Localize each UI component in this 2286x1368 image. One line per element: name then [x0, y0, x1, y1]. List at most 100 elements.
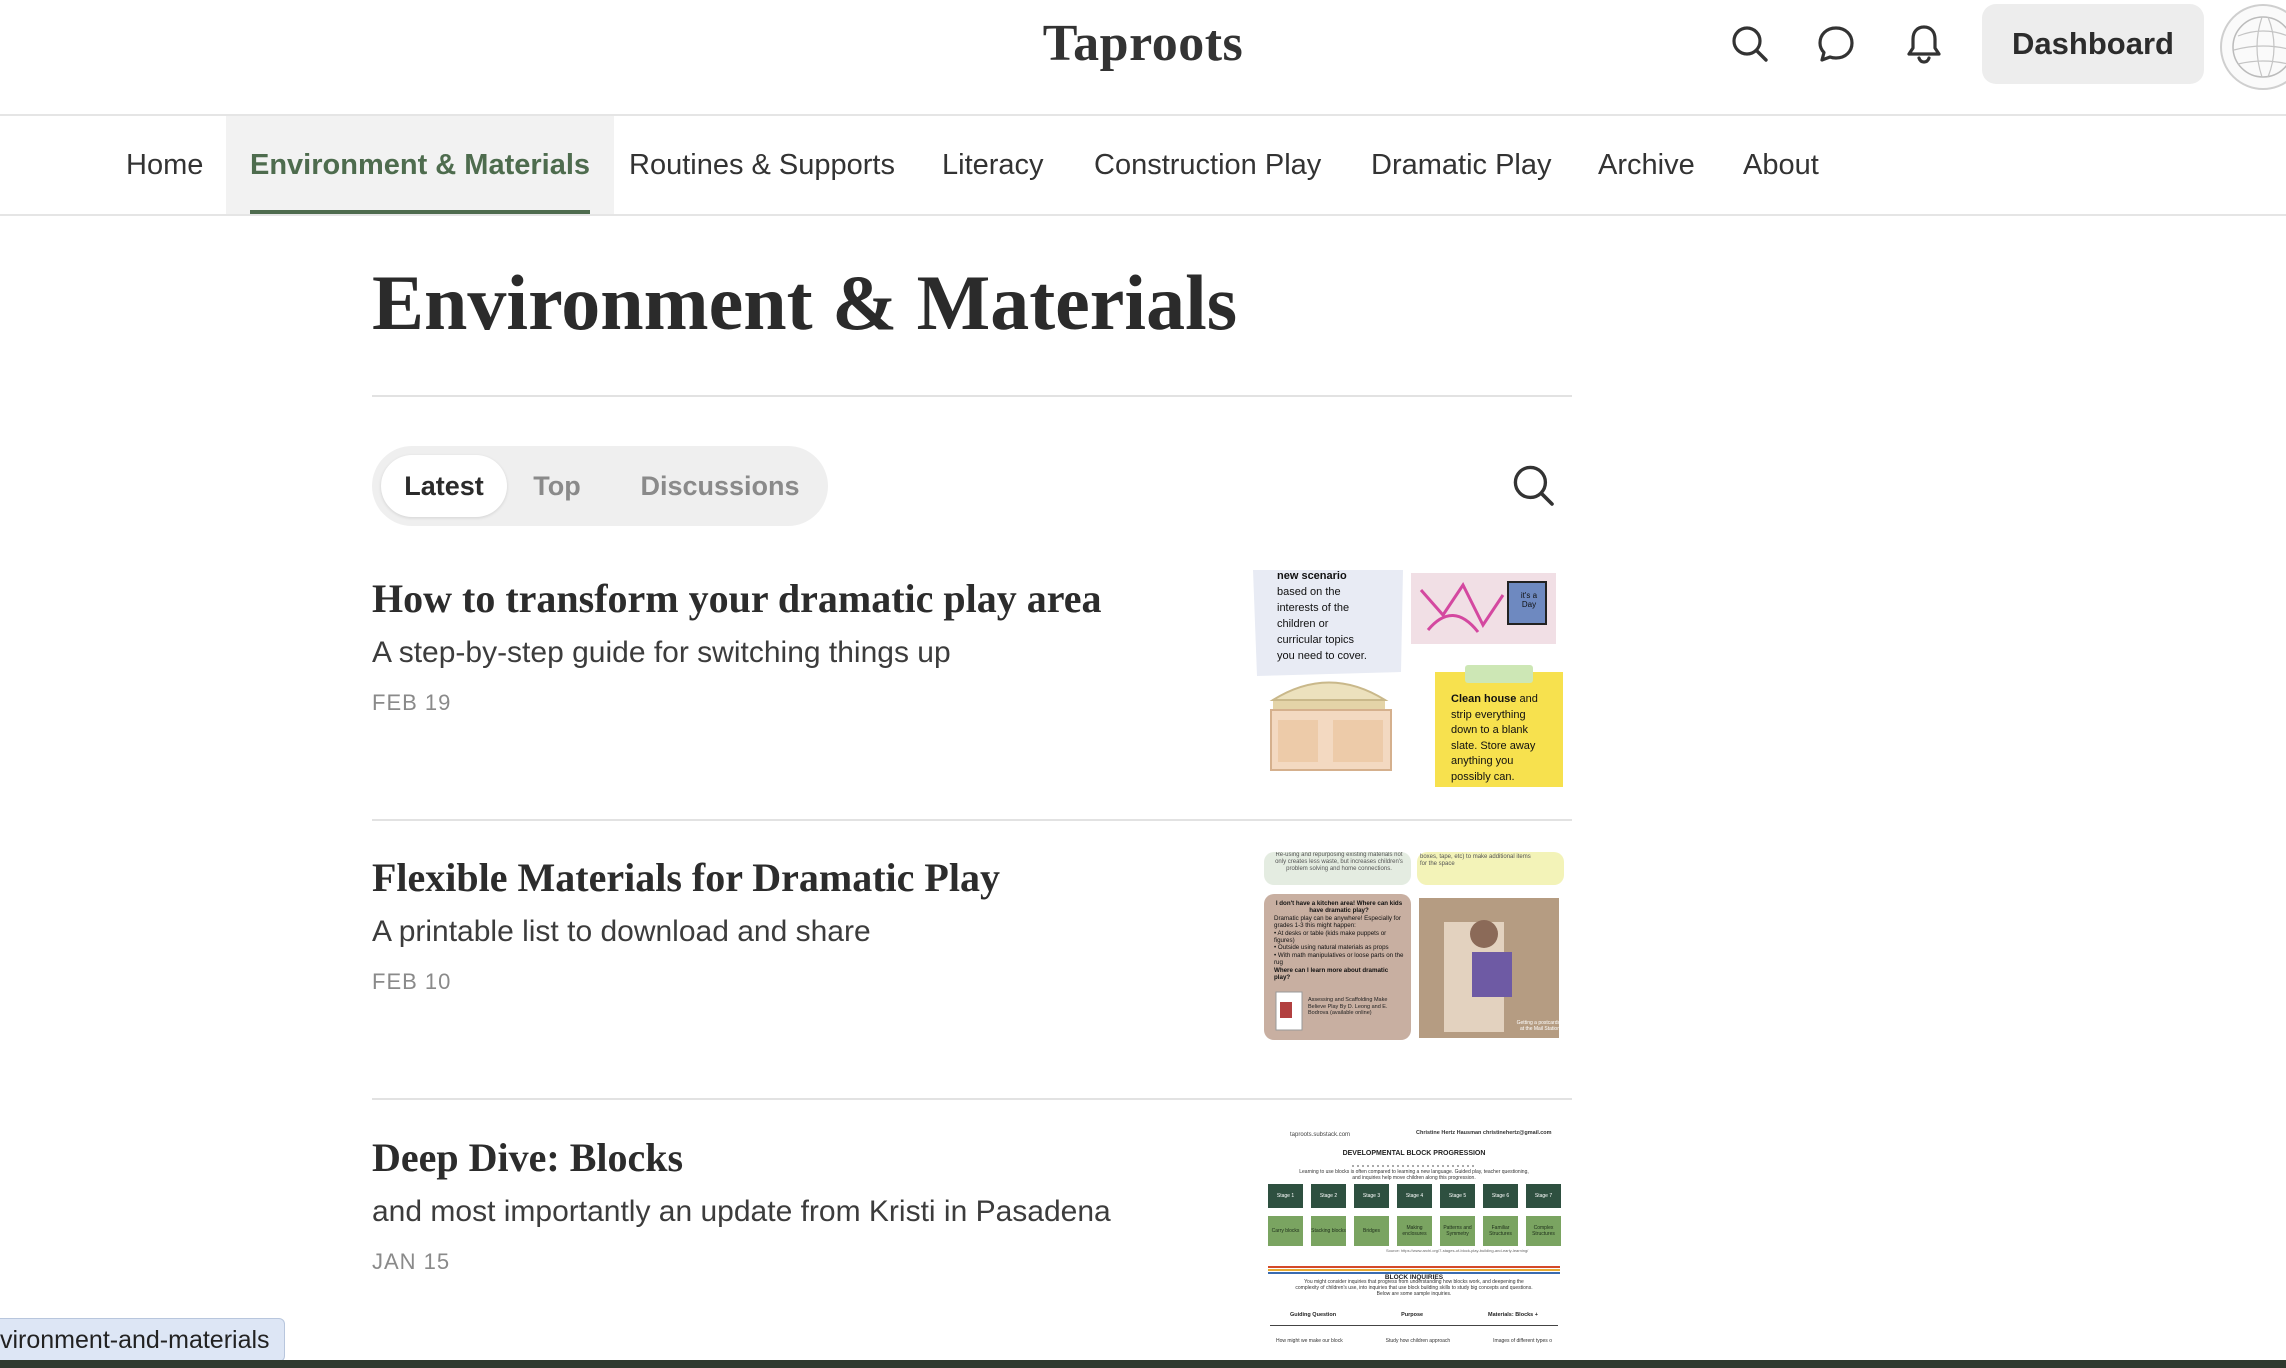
thumbnail-text: How might we make our block	[1276, 1338, 1343, 1344]
thumbnail-stage-desc: Bridges	[1354, 1216, 1389, 1246]
page-title: Environment & Materials	[372, 259, 1238, 346]
thumbnail-text: Below are some sample inquiries.	[1376, 1291, 1452, 1297]
nav-item-home[interactable]: Home	[126, 116, 203, 214]
thumbnail-text: it's a	[1520, 591, 1538, 600]
nav-item-label: Home	[126, 148, 204, 181]
thumbnail-text: possibly can.	[1451, 770, 1515, 783]
title-divider	[372, 395, 1572, 397]
post-divider	[372, 1098, 1572, 1100]
thumbnail-text: you need to cover.	[1277, 650, 1367, 662]
site-header: Taproots Dashboard	[0, 0, 2286, 116]
thumbnail-text: Purpose	[1401, 1312, 1424, 1318]
thumbnail-stage-desc: Making enclosures	[1397, 1216, 1432, 1246]
tab-discussions[interactable]: Discussions	[630, 455, 810, 517]
nav-item-label: Literacy	[942, 148, 1044, 181]
thumbnail-text: Guiding Question	[1290, 1312, 1337, 1318]
dashboard-button[interactable]: Dashboard	[1982, 4, 2204, 84]
thumbnail-brand: taproots.substack.com	[1290, 1132, 1351, 1138]
thumbnail-text-block: Re-using and repurposing existing materi…	[1270, 852, 1408, 873]
thumbnail-sign: it's a Day	[1515, 591, 1543, 609]
thumbnail-source: Source: https://www.archi.org/7-stages-o…	[1386, 1248, 1529, 1253]
chat-icon[interactable]	[1812, 20, 1860, 68]
nav-item-dramatic-play[interactable]: Dramatic Play	[1371, 116, 1552, 214]
active-underline	[250, 210, 591, 214]
thumbnail-text: Bodrova (available online)	[1308, 1010, 1372, 1016]
post-thumbnail[interactable]: taproots.substack.com Christine Hertz Ha…	[1266, 1128, 1562, 1350]
thumbnail-text: anything you	[1451, 755, 1514, 767]
tab-latest[interactable]: Latest	[381, 455, 507, 517]
post-search-icon[interactable]	[1510, 462, 1558, 510]
thumbnail-text: Re-using and repurposing existing materi…	[1275, 852, 1403, 858]
thumbnail-text: figures)	[1274, 937, 1295, 945]
post-thumbnail[interactable]: new scenario based on the interests of t…	[1253, 570, 1568, 790]
thumbnail-note: Clean house and strip everything down to…	[1451, 692, 1561, 785]
thumbnail-stage: Stage 7	[1526, 1184, 1561, 1208]
thumbnail-text: Clean house	[1451, 693, 1517, 705]
thumbnail-text: strip everything	[1451, 708, 1526, 721]
thumbnail-stage: Stage 3	[1354, 1184, 1389, 1208]
nav-item-construction-play[interactable]: Construction Play	[1094, 116, 1321, 214]
nav-item-about[interactable]: About	[1743, 116, 1819, 214]
thumbnail-text: Dramatic play can be anywhere! Especiall…	[1274, 914, 1401, 922]
thumbnail-text: Study how children approach	[1385, 1338, 1451, 1344]
post-thumbnail[interactable]: Re-using and repurposing existing materi…	[1264, 852, 1564, 1040]
bell-icon[interactable]	[1900, 20, 1948, 68]
thumbnail-text: • At desks or table (kids make puppets o…	[1274, 929, 1387, 937]
thumbnail-text: curricular topics	[1277, 634, 1355, 646]
thumbnail-text: at the Mail Station	[1519, 1026, 1560, 1032]
thumbnail-text: rug	[1274, 959, 1283, 967]
thumbnail-text-block: Learning to use blocks is often compared…	[1270, 1169, 1558, 1181]
search-icon[interactable]	[1726, 20, 1774, 68]
post-subtitle: A printable list to download and share	[372, 915, 871, 948]
thumbnail-stage-desc: Complex Structures	[1526, 1216, 1561, 1246]
thumbnail-stage: Stage 4	[1397, 1184, 1432, 1208]
post-subtitle: A step-by-step guide for switching thing…	[372, 636, 951, 669]
thumbnail-text: Materials: Blocks +	[1488, 1312, 1538, 1318]
nav-item-routines-supports[interactable]: Routines & Supports	[629, 116, 895, 214]
nav-item-label: Routines & Supports	[629, 148, 895, 181]
thumbnail-author: Christine Hertz Hausman christinehertz@g…	[1416, 1130, 1552, 1136]
thumbnail-text: based on the	[1277, 586, 1341, 598]
thumbnail-text: new scenario	[1277, 570, 1347, 582]
thumbnail-heading: DEVELOPMENTAL BLOCK PROGRESSION	[1342, 1150, 1486, 1157]
post-title[interactable]: How to transform your dramatic play area	[372, 575, 1102, 622]
thumbnail-text: for the space	[1420, 861, 1455, 867]
thumbnail-text: children or	[1277, 618, 1329, 630]
nav-item-literacy[interactable]: Literacy	[942, 116, 1044, 214]
post-filter-tabs: Latest Top Discussions	[372, 446, 828, 526]
tab-top[interactable]: Top	[522, 455, 592, 517]
thumbnail-stage: Stage 5	[1440, 1184, 1475, 1208]
thumbnail-stage: Stage 1	[1268, 1184, 1303, 1208]
thumbnail-stage-desc: Familiar Structures	[1483, 1216, 1518, 1246]
thumbnail-text: grades 1-3 this might happen:	[1274, 922, 1356, 930]
thumbnail-text: and inquiries help move children along t…	[1352, 1175, 1476, 1181]
thumbnail-text: I don't have a kitchen area! Where can k…	[1275, 900, 1403, 915]
post-date: FEB 19	[372, 690, 452, 715]
thumbnail-text: down to a blank	[1451, 724, 1529, 736]
nav-item-label: Environment & Materials	[250, 148, 591, 181]
nav-item-label: Archive	[1598, 148, 1695, 181]
post-subtitle: and most importantly an update from Kris…	[372, 1195, 1111, 1228]
nav-item-environment-materials[interactable]: Environment & Materials	[226, 116, 615, 214]
post-title[interactable]: Deep Dive: Blocks	[372, 1134, 683, 1181]
thumbnail-text-block: boxes, tape, etc) to make additional ite…	[1420, 854, 1560, 868]
thumbnail-note: new scenario based on the interests of t…	[1277, 570, 1367, 664]
thumbnail-stage-desc: Carry blocks	[1268, 1216, 1303, 1246]
thumbnail-stage-row: Stage 1 Stage 2 Stage 3 Stage 4 Stage 5 …	[1268, 1184, 1562, 1208]
thumbnail-text: only creates less waste, but increases c…	[1275, 859, 1403, 865]
thumbnail-text: boxes, tape, etc) to make additional ite…	[1420, 854, 1531, 860]
thumbnail-text: • Outside using natural materials as pro…	[1274, 944, 1389, 952]
thumbnail-text-block: Assessing and Scaffolding Make Believe P…	[1308, 997, 1408, 1017]
nav-item-archive[interactable]: Archive	[1598, 116, 1695, 214]
post-date: JAN 15	[372, 1249, 451, 1274]
thumbnail-text: interests of the	[1277, 602, 1350, 614]
thumbnail-stage: Stage 2	[1311, 1184, 1346, 1208]
thumbnail-caption: Getting a postcards at the Mail Station	[1500, 1020, 1560, 1032]
post-title[interactable]: Flexible Materials for Dramatic Play	[372, 854, 1000, 901]
thumbnail-text: Day	[1521, 600, 1537, 609]
thumbnail-text: slate. Store away	[1451, 739, 1536, 752]
post-date: FEB 10	[372, 969, 452, 994]
status-bar-url: vironment-and-materials	[0, 1318, 285, 1362]
thumbnail-stage-desc: Stacking blocks	[1311, 1216, 1346, 1246]
thumbnail-table-header: Guiding Question Purpose Materials: Bloc…	[1270, 1312, 1558, 1318]
